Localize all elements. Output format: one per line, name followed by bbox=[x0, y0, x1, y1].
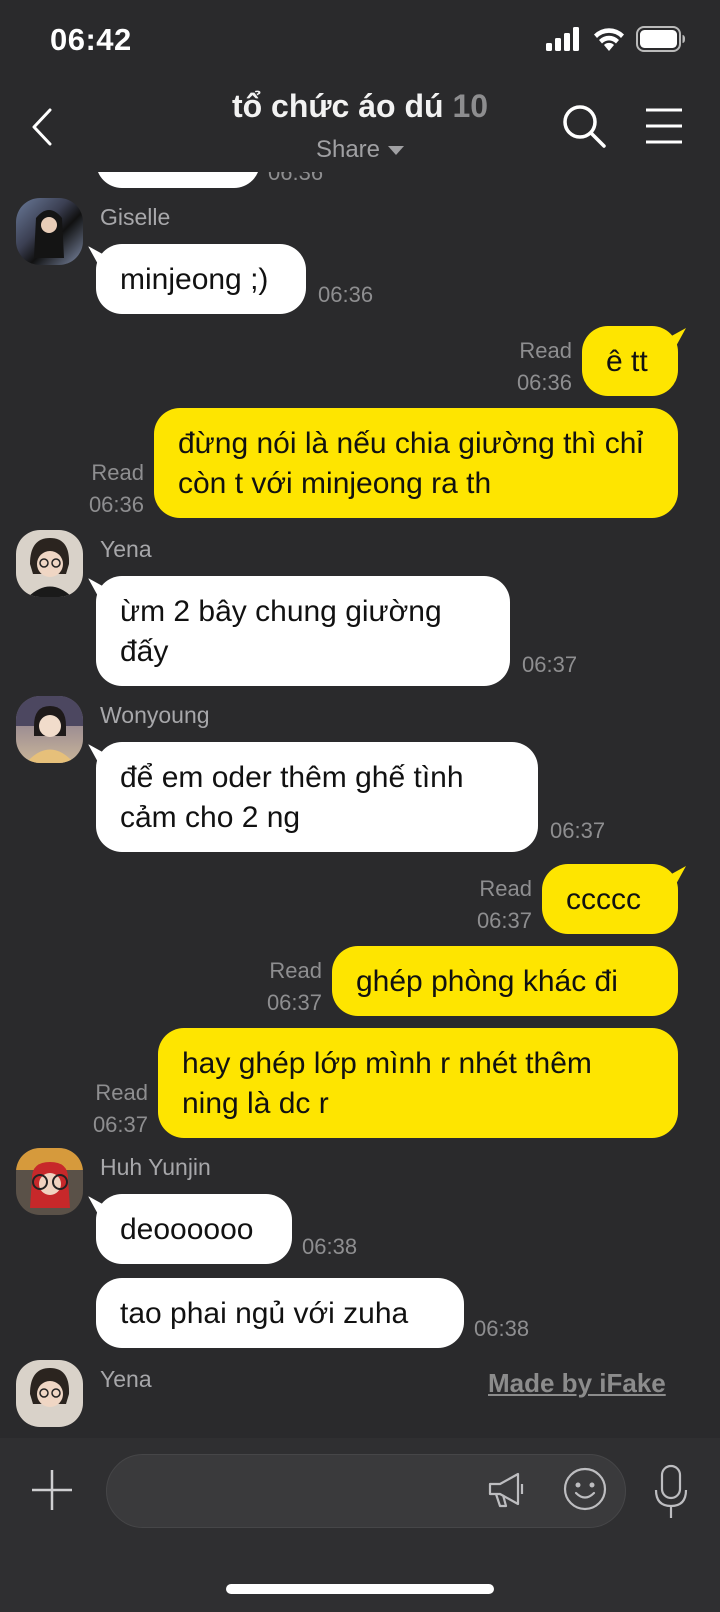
status-time: 06:42 bbox=[50, 22, 132, 57]
message-time: 06:38 bbox=[474, 1316, 530, 1341]
avatar-image bbox=[28, 538, 72, 597]
sender-name: Yena bbox=[100, 1366, 152, 1392]
read-receipt: Read bbox=[95, 1080, 148, 1105]
chat-title-text: tổ chức áo dú bbox=[231, 88, 444, 124]
emoji-button[interactable] bbox=[562, 1466, 608, 1512]
read-receipt: Read bbox=[269, 958, 322, 983]
message-time: 06:36 bbox=[318, 282, 374, 307]
chat-area[interactable]: 06:36 Giselle minjeong ;) 06:36 Read 06:… bbox=[0, 172, 720, 1438]
menu-icon bbox=[646, 108, 682, 144]
message-time: 06:37 bbox=[266, 990, 322, 1015]
avatar-image bbox=[34, 210, 64, 258]
search-button[interactable] bbox=[560, 102, 610, 152]
mic-button[interactable] bbox=[654, 1464, 688, 1520]
search-icon bbox=[563, 105, 606, 148]
message-bubble[interactable]: deoooooo bbox=[96, 1194, 292, 1264]
message-time: 06:37 bbox=[522, 652, 578, 677]
caret-down-icon bbox=[388, 146, 405, 156]
message-bubble[interactable]: hay ghép lớp mình r nhét thêm ning là dc… bbox=[158, 1028, 678, 1138]
attach-button[interactable] bbox=[30, 1468, 74, 1512]
message-bubble[interactable]: đừng nói là nếu chia giường thì chỉ còn … bbox=[154, 408, 678, 518]
avatar[interactable] bbox=[16, 1148, 83, 1215]
signal-icon bbox=[546, 27, 579, 51]
avatar[interactable] bbox=[16, 530, 83, 597]
message-bubble[interactable]: ccccc bbox=[542, 864, 678, 934]
emoji-icon bbox=[563, 1467, 607, 1511]
avatar[interactable] bbox=[16, 1360, 83, 1427]
home-indicator bbox=[226, 1584, 494, 1594]
message-time: 06:37 bbox=[92, 1112, 148, 1137]
read-receipt: Read bbox=[519, 338, 572, 363]
sender-name: Giselle bbox=[100, 204, 171, 230]
avatar[interactable] bbox=[16, 696, 83, 763]
megaphone-button[interactable] bbox=[484, 1468, 528, 1512]
avatar-image bbox=[30, 1368, 70, 1407]
message-bubble[interactable]: minjeong ;) bbox=[96, 244, 306, 314]
message-time: 06:36 bbox=[268, 172, 324, 185]
status-bar: 06:42 bbox=[0, 0, 720, 80]
share-dropdown[interactable]: Share bbox=[0, 136, 720, 164]
read-receipt: Read bbox=[91, 460, 144, 485]
read-receipt: Read bbox=[479, 876, 532, 901]
sender-name: Yena bbox=[100, 536, 152, 562]
mic-icon bbox=[654, 1464, 688, 1518]
avatar[interactable] bbox=[16, 198, 83, 265]
message-input[interactable] bbox=[106, 1454, 626, 1528]
plus-icon bbox=[32, 1470, 72, 1510]
status-icons bbox=[546, 26, 686, 52]
message-bubble[interactable]: ừm 2 bây chung giường đấy bbox=[96, 576, 510, 686]
message-time: 06:36 bbox=[516, 370, 572, 395]
megaphone-icon bbox=[488, 1472, 524, 1508]
watermark: Made by iFake bbox=[488, 1368, 666, 1398]
share-label: Share bbox=[315, 136, 381, 163]
message-time: 06:36 bbox=[88, 492, 144, 517]
message-bubble[interactable]: tao phai ngủ với zuha bbox=[96, 1278, 464, 1348]
message-time: 06:38 bbox=[302, 1234, 358, 1259]
member-count: 10 bbox=[452, 88, 489, 124]
message-bubble[interactable]: để em oder thêm ghế tình cảm cho 2 ng bbox=[96, 742, 538, 852]
sender-name: Wonyoung bbox=[100, 702, 210, 728]
battery-icon bbox=[636, 26, 685, 52]
message-bubble[interactable]: ê tt bbox=[582, 326, 678, 396]
message-bubble-partial[interactable] bbox=[96, 172, 260, 188]
message-time: 06:37 bbox=[550, 818, 606, 843]
message-time: 06:37 bbox=[476, 908, 532, 933]
avatar-image bbox=[16, 696, 83, 763]
menu-button[interactable] bbox=[642, 104, 686, 148]
chat-header: tổ chức áo dú 10 Share bbox=[0, 80, 720, 175]
avatar-image bbox=[16, 1148, 83, 1208]
message-bubble[interactable]: ghép phòng khác đi bbox=[332, 946, 678, 1016]
chat-title[interactable]: tổ chức áo dú 10 bbox=[0, 88, 720, 125]
sender-name: Huh Yunjin bbox=[100, 1154, 211, 1180]
wifi-icon bbox=[594, 28, 624, 51]
